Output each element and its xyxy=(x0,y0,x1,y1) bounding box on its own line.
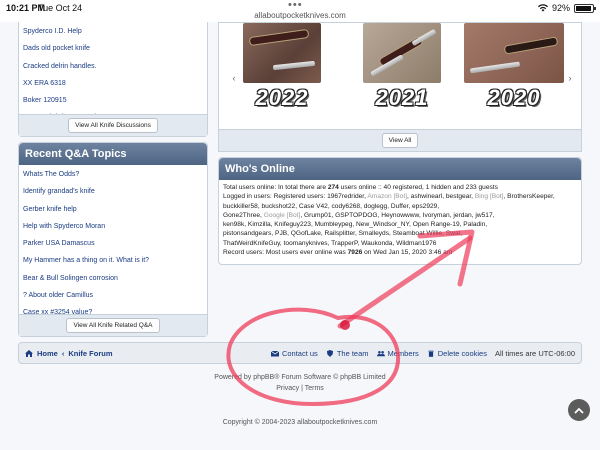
gallery-item-2020[interactable]: 2020 xyxy=(459,23,569,111)
gallery-item-2022[interactable]: 2022 xyxy=(227,23,337,111)
topic-link[interactable]: Cracked delrin handles. xyxy=(19,58,207,75)
user-link[interactable]: 1967redrider, xyxy=(327,193,367,200)
knife-photo[interactable] xyxy=(464,23,564,83)
home-link[interactable]: Home xyxy=(37,349,58,358)
users-line[interactable]: pistonsandgears, PJB, QGofLake, Railspli… xyxy=(223,229,577,238)
qa-panel-title: Recent Q&A Topics xyxy=(19,143,207,165)
copyright: Copyright © 2004-2023 allaboutpocketkniv… xyxy=(222,419,378,426)
total-users-line: Total users online: In total there are 2… xyxy=(223,184,498,191)
delete-cookies-label[interactable]: Delete cookies xyxy=(438,349,487,358)
qa-topic-link[interactable]: Parker USA Damascus xyxy=(19,235,207,252)
battery-icon xyxy=(574,3,596,13)
wifi-icon xyxy=(537,4,548,12)
gallery-item-2021[interactable]: 2021 xyxy=(347,23,457,111)
qa-topic-link[interactable]: Help with Spyderco Moran xyxy=(19,218,207,235)
qa-topic-link[interactable]: Gerber knife help xyxy=(19,201,207,218)
users-line[interactable]: ThatWeirdKnifeGuy, toomanyknives, Trappe… xyxy=(223,239,577,248)
gallery-footer: View All xyxy=(219,129,581,151)
year-label: 2020 xyxy=(487,85,541,110)
status-bar: 10:21 PM Tue Oct 24 ••• allaboutpocketkn… xyxy=(0,0,600,22)
gallery-next-icon[interactable]: › xyxy=(565,71,575,85)
recent-topics-panel: Spyderco I.D. Help Dads old pocket knife… xyxy=(18,22,208,137)
view-all-qa-button[interactable]: View All Knife Related Q&A xyxy=(66,318,160,333)
bot-link[interactable]: Google [Bot] xyxy=(264,212,301,219)
team-link[interactable]: The team xyxy=(326,349,369,358)
topic-link[interactable]: Boker 120915 xyxy=(19,92,207,109)
envelope-icon xyxy=(270,350,279,357)
footer-navbar: Home ‹ Knife Forum Contact us The team M… xyxy=(18,342,582,364)
view-all-gallery-button[interactable]: View All xyxy=(381,133,419,148)
qa-topic-link[interactable]: ? About older Camillus xyxy=(19,287,207,304)
home-icon xyxy=(25,350,33,357)
logged-in-line: Logged in users: Registered users: 1967r… xyxy=(223,193,555,210)
knife-of-year-gallery: 2022 2021 2020 ‹ › View All xyxy=(218,22,582,152)
contact-us-label[interactable]: Contact us xyxy=(282,349,318,358)
users-icon xyxy=(376,351,385,357)
qa-topic-link[interactable]: Bear & Bull Solingen corrosion xyxy=(19,270,207,287)
view-all-discussions-button[interactable]: View All Knife Discussions xyxy=(68,118,158,133)
year-label: 2021 xyxy=(375,85,429,110)
user-link[interactable]: , Grump01, GSPTOPDOG, Heynowwww, Ivoryma… xyxy=(300,212,494,219)
trash-icon xyxy=(428,350,434,357)
qa-topic-link[interactable]: Identify grandad's knife xyxy=(19,183,207,200)
timezone-text: All times are UTC-06:00 xyxy=(494,349,575,358)
back-to-top-button[interactable] xyxy=(568,399,590,421)
battery-percent: 92% xyxy=(551,3,570,13)
privacy-link[interactable]: Privacy xyxy=(276,385,299,392)
breadcrumb-separator: ‹ xyxy=(61,349,65,358)
shield-icon xyxy=(326,350,333,357)
delete-cookies-link[interactable]: Delete cookies xyxy=(427,349,487,358)
terms-link[interactable]: Terms xyxy=(305,385,324,392)
qa-topic-link[interactable]: My Hammer has a thing on it. What is it? xyxy=(19,252,207,269)
topic-link[interactable]: XX ERA 6318 xyxy=(19,75,207,92)
url-bar[interactable]: allaboutpocketknives.com xyxy=(0,11,600,20)
user-link[interactable]: , ashwinearl, bestgear, xyxy=(407,193,475,200)
record-users-line: Record users: Most users ever online was… xyxy=(223,249,453,257)
knife-photo[interactable] xyxy=(363,23,441,83)
users-line: Gone2Three, Google [Bot], Grump01, GSPTO… xyxy=(223,211,577,220)
topic-link[interactable]: Dads old pocket knife xyxy=(19,40,207,57)
qa-topic-link[interactable]: Whats The Odds? xyxy=(19,166,207,183)
more-dots-icon[interactable]: ••• xyxy=(288,0,303,11)
bot-link[interactable]: Bing [Bot] xyxy=(475,193,504,200)
recent-topics-footer: View All Knife Discussions xyxy=(19,114,207,136)
powered-by: Powered by phpBB® Forum Software © phpBB… xyxy=(214,374,386,381)
whos-online-body: Total users online: In total there are 2… xyxy=(219,180,581,260)
phpbb-link[interactable]: phpBB xyxy=(253,374,274,381)
members-link[interactable]: Members xyxy=(376,349,419,358)
members-label[interactable]: Members xyxy=(388,349,419,358)
link-divider: | xyxy=(301,385,303,392)
policy-links: Privacy | Terms xyxy=(0,385,600,392)
whos-online-title: Who's Online xyxy=(219,158,581,180)
whos-online-panel: Who's Online Total users online: In tota… xyxy=(218,157,582,265)
topic-link[interactable]: Spyderco I.D. Help xyxy=(19,23,207,40)
chevron-up-icon xyxy=(574,407,584,414)
knife-forum-link[interactable]: Knife Forum xyxy=(68,349,112,358)
user-link[interactable]: Gone2Three, xyxy=(223,212,264,219)
users-line[interactable]: ken98k, Kimzilla, Knifeguy223, Mumbleype… xyxy=(223,220,577,229)
team-label[interactable]: The team xyxy=(337,349,369,358)
bot-link[interactable]: Amazon [Bot] xyxy=(367,193,407,200)
knife-photo[interactable] xyxy=(243,23,321,83)
gallery-prev-icon[interactable]: ‹ xyxy=(229,71,239,85)
qa-panel: Recent Q&A Topics Whats The Odds? Identi… xyxy=(18,142,208,337)
contact-us-link[interactable]: Contact us xyxy=(270,349,318,358)
year-label: 2022 xyxy=(255,85,309,110)
qa-footer: View All Knife Related Q&A xyxy=(19,314,207,336)
